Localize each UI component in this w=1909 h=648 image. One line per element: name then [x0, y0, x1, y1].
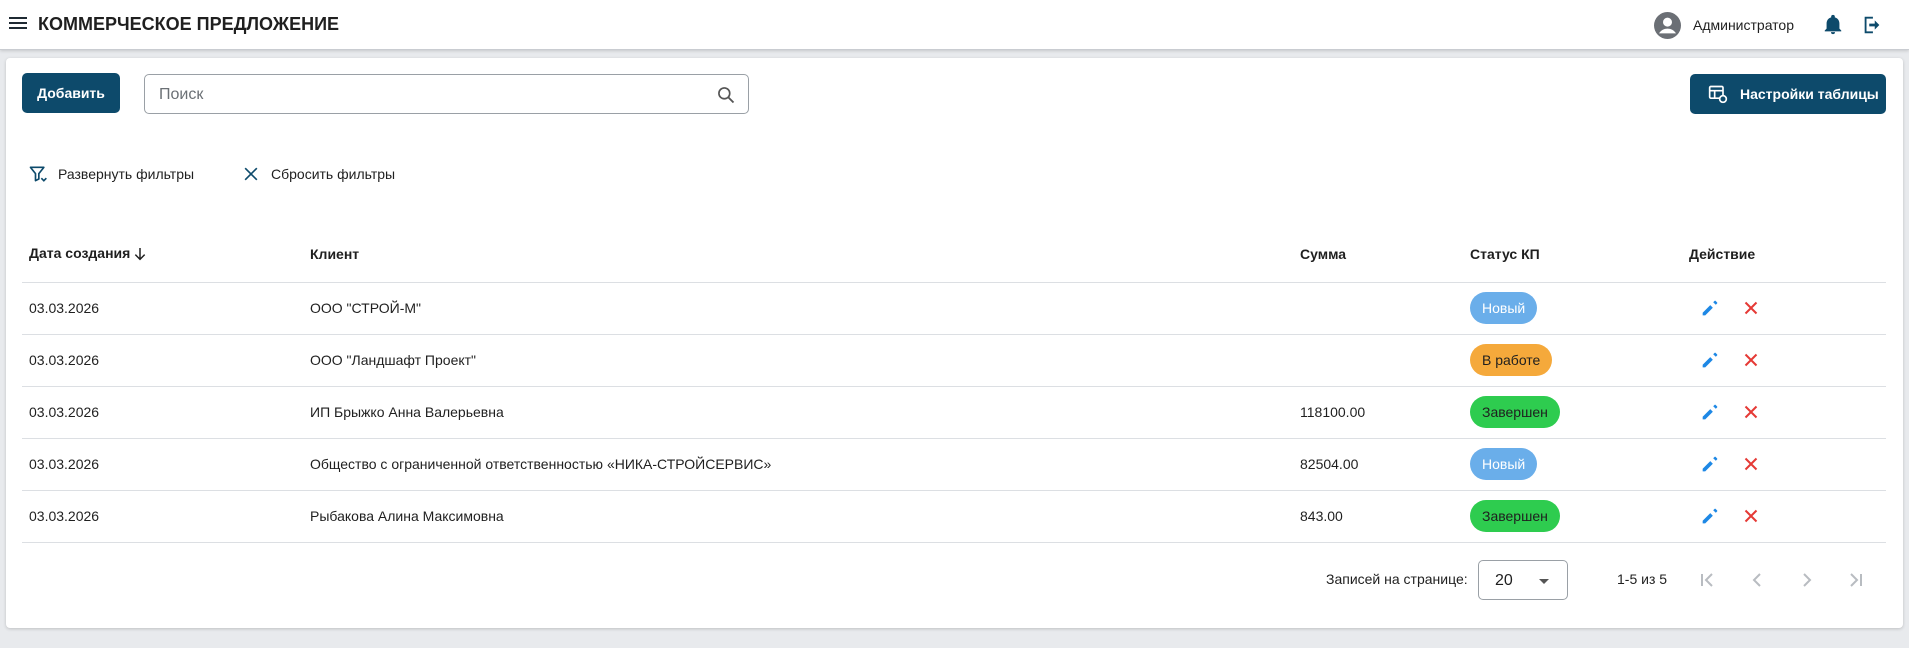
rows-per-page-value: 20: [1495, 572, 1513, 589]
delete-icon[interactable]: [1740, 297, 1762, 319]
status-badge: Новый: [1470, 292, 1538, 324]
add-button[interactable]: Добавить: [22, 73, 120, 113]
column-header-client[interactable]: Клиент: [303, 226, 1293, 283]
cell-sum: [1293, 334, 1463, 387]
prev-page-icon[interactable]: [1745, 568, 1769, 592]
edit-icon[interactable]: [1699, 401, 1721, 423]
edit-icon[interactable]: [1699, 349, 1721, 371]
status-badge: Завершен: [1470, 396, 1560, 428]
search-icon[interactable]: [716, 85, 736, 105]
search-field[interactable]: [144, 74, 749, 114]
cell-actions: [1682, 334, 1886, 387]
column-header-date[interactable]: Дата создания: [22, 226, 303, 283]
delete-icon[interactable]: [1740, 401, 1762, 423]
cell-sum: 82504.00: [1293, 438, 1463, 491]
cell-date: 03.03.2026: [22, 334, 303, 387]
page-title: КОММЕРЧЕСКОЕ ПРЕДЛОЖЕНИЕ: [38, 14, 340, 34]
edit-icon[interactable]: [1699, 505, 1721, 527]
cell-sum: 843.00: [1293, 490, 1463, 543]
cell-date: 03.03.2026: [22, 490, 303, 543]
cell-sum: 118100.00: [1293, 386, 1463, 439]
table-row[interactable]: 03.03.2026 ООО "Ландшафт Проект" В работ…: [22, 334, 1886, 387]
column-header-actions: Действие: [1682, 226, 1886, 283]
delete-icon[interactable]: [1740, 505, 1762, 527]
row-actions: [1689, 453, 1886, 475]
caret-down-icon: [1539, 579, 1549, 584]
table-row[interactable]: 03.03.2026 Общество с ограниченной ответ…: [22, 438, 1886, 491]
next-page-icon[interactable]: [1795, 568, 1819, 592]
pagination: Записей на странице: 20 1-5 из 5: [6, 558, 1903, 602]
cell-status: Завершен: [1463, 386, 1682, 439]
table-row[interactable]: 03.03.2026 Рыбакова Алина Максимовна 843…: [22, 490, 1886, 543]
cell-status: Новый: [1463, 282, 1682, 335]
proposals-table: Дата создания Клиент Сумма Статус КП Дей…: [22, 226, 1886, 543]
edit-icon[interactable]: [1699, 297, 1721, 319]
column-header-sum[interactable]: Сумма: [1293, 226, 1463, 283]
cell-date: 03.03.2026: [22, 282, 303, 335]
filter-icon: [29, 166, 47, 182]
delete-icon[interactable]: [1740, 349, 1762, 371]
table-row[interactable]: 03.03.2026 ООО "СТРОЙ-М" Новый: [22, 282, 1886, 335]
last-page-icon[interactable]: [1844, 568, 1868, 592]
status-badge: Завершен: [1470, 500, 1560, 532]
account-icon[interactable]: [1654, 12, 1681, 39]
table-settings-button[interactable]: Настройки таблицы: [1690, 74, 1886, 114]
table-row[interactable]: 03.03.2026 ИП Брыжко Анна Валерьевна 118…: [22, 386, 1886, 439]
row-actions: [1689, 401, 1886, 423]
expand-filters-label: Развернуть фильтры: [58, 166, 195, 182]
table-settings-icon: [1708, 85, 1728, 104]
first-page-icon[interactable]: [1695, 568, 1719, 592]
cell-date: 03.03.2026: [22, 438, 303, 491]
row-actions: [1689, 297, 1886, 319]
cell-actions: [1682, 282, 1886, 335]
rows-per-page-select[interactable]: 20: [1478, 560, 1568, 600]
table-settings-label: Настройки таблицы: [1740, 86, 1879, 102]
arrow-down-icon[interactable]: [132, 246, 148, 262]
cell-status: В работе: [1463, 334, 1682, 387]
cell-client: Общество с ограниченной ответственностью…: [303, 438, 1293, 491]
bell-icon[interactable]: [1822, 13, 1844, 37]
delete-icon[interactable]: [1740, 453, 1762, 475]
close-icon: [244, 167, 258, 181]
cell-actions: [1682, 490, 1886, 543]
page-range: 1-5 из 5: [1617, 571, 1668, 587]
status-badge: Новый: [1470, 448, 1538, 480]
search-input[interactable]: [159, 84, 699, 106]
rows-per-page-label: Записей на странице:: [1326, 571, 1468, 587]
cell-status: Новый: [1463, 438, 1682, 491]
table-header-row: Дата создания Клиент Сумма Статус КП Дей…: [22, 226, 1886, 283]
cell-actions: [1682, 386, 1886, 439]
logout-icon[interactable]: [1861, 13, 1883, 37]
status-badge: В работе: [1470, 344, 1553, 376]
expand-filters-button[interactable]: Развернуть фильтры: [28, 162, 194, 186]
cell-client: Рыбакова Алина Максимовна: [303, 490, 1293, 543]
row-actions: [1689, 349, 1886, 371]
column-header-status[interactable]: Статус КП: [1463, 226, 1682, 283]
cell-date: 03.03.2026: [22, 386, 303, 439]
cell-sum: [1293, 282, 1463, 335]
cell-client: ИП Брыжко Анна Валерьевна: [303, 386, 1293, 439]
content-card: Добавить Настройки таблицы Развернуть фи…: [6, 58, 1903, 628]
top-app-bar: КОММЕРЧЕСКОЕ ПРЕДЛОЖЕНИЕ Администратор: [0, 0, 1909, 50]
cell-client: ООО "Ландшафт Проект": [303, 334, 1293, 387]
edit-icon[interactable]: [1699, 453, 1721, 475]
cell-actions: [1682, 438, 1886, 491]
row-actions: [1689, 505, 1886, 527]
cell-client: ООО "СТРОЙ-М": [303, 282, 1293, 335]
menu-icon[interactable]: [9, 14, 29, 34]
reset-filters-label: Сбросить фильтры: [271, 166, 396, 182]
cell-status: Завершен: [1463, 490, 1682, 543]
reset-filters-button[interactable]: Сбросить фильтры: [241, 162, 395, 186]
user-name[interactable]: Администратор: [1693, 17, 1794, 33]
